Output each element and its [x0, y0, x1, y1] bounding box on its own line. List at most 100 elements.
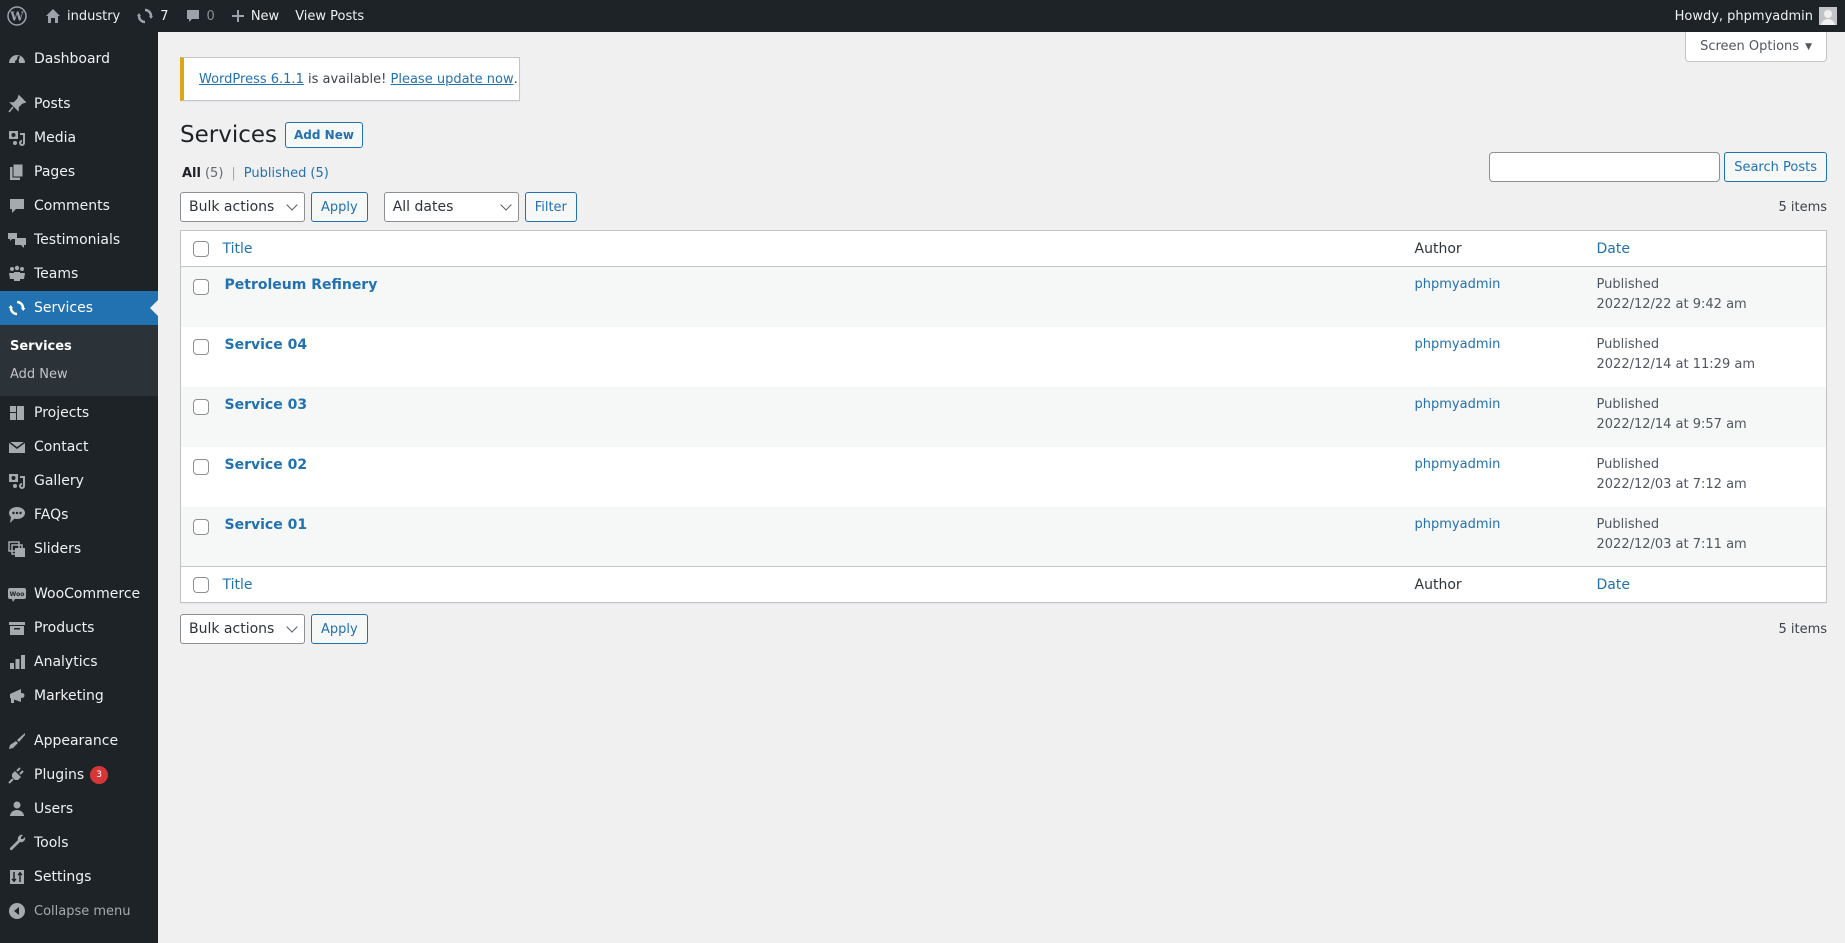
table-row: Service 01 phpmyadmin Published 2022/12/0…: [180, 506, 1827, 567]
sidebar-item-teams[interactable]: Teams: [0, 257, 158, 291]
row-author-link[interactable]: phpmyadmin: [1415, 397, 1501, 412]
select-all-checkbox-footer[interactable]: [193, 576, 209, 593]
sidebar-item-label: Analytics: [34, 654, 98, 670]
comments-menu[interactable]: 0: [177, 0, 223, 32]
wrench-icon: [6, 833, 28, 853]
sidebar-item-gallery[interactable]: Gallery: [0, 464, 158, 498]
submenu-item-services[interactable]: Services: [0, 332, 158, 360]
add-new-button[interactable]: Add New: [285, 122, 363, 148]
sidebar-item-label: Products: [34, 620, 95, 636]
update-now-link[interactable]: Please update now: [391, 72, 514, 87]
media-icon: [6, 128, 28, 148]
update-notice: WordPress 6.1.1 is available! Please upd…: [180, 57, 520, 101]
collapse-menu-label: Collapse menu: [34, 903, 131, 919]
row-checkbox[interactable]: [193, 338, 209, 355]
date-filter-value: All dates: [392, 199, 454, 215]
row-title-link[interactable]: Service 03: [223, 397, 308, 413]
view-published-link[interactable]: Published: [244, 166, 307, 181]
view-all-link[interactable]: All: [182, 166, 201, 181]
sidebar-item-appearance[interactable]: Appearance: [0, 724, 158, 758]
wordpress-version-link[interactable]: WordPress 6.1.1: [199, 72, 304, 87]
select-all-checkbox[interactable]: [193, 240, 209, 257]
sidebar-item-label: WooCommerce: [34, 586, 141, 602]
sidebar-item-services[interactable]: Services: [0, 291, 158, 325]
sidebar-item-label: Gallery: [34, 473, 84, 489]
title-column-header[interactable]: Title: [223, 241, 253, 257]
sidebar-item-label: Tools: [34, 835, 69, 851]
comments-count: 0: [206, 8, 215, 24]
date-column-header[interactable]: Date: [1597, 241, 1630, 257]
view-posts-link[interactable]: View Posts: [287, 0, 372, 32]
row-date: 2022/12/03 at 7:12 am: [1596, 476, 1747, 492]
sidebar-item-plugins[interactable]: Plugins 3: [0, 758, 158, 792]
sidebar-item-settings[interactable]: Settings: [0, 860, 158, 894]
row-title-link[interactable]: Service 02: [223, 457, 308, 473]
apply-button[interactable]: Apply: [311, 192, 368, 222]
sidebar-item-pages[interactable]: Pages: [0, 155, 158, 189]
sidebar-item-testimonials[interactable]: Testimonials: [0, 223, 158, 257]
updates-menu[interactable]: 7: [128, 0, 176, 32]
date-filter-select[interactable]: All dates: [383, 192, 519, 222]
howdy-text: Howdy, phpmyadmin: [1674, 8, 1813, 24]
sidebar-item-projects[interactable]: Projects: [0, 396, 158, 430]
my-account-menu[interactable]: Howdy, phpmyadmin: [1667, 0, 1839, 32]
row-date: 2022/12/14 at 9:57 am: [1596, 416, 1747, 432]
sidebar-item-label: Dashboard: [34, 51, 110, 67]
sidebar-item-marketing[interactable]: Marketing: [0, 679, 158, 713]
table-row: Service 04 phpmyadmin Published 2022/12/1…: [181, 327, 1827, 387]
site-name-menu[interactable]: industry: [37, 0, 128, 32]
apply-button-bottom[interactable]: Apply: [311, 614, 368, 644]
sidebar-item-sliders[interactable]: Sliders: [0, 532, 158, 566]
sidebar-item-comments[interactable]: Comments: [0, 189, 158, 223]
sidebar-item-label: FAQs: [34, 507, 69, 523]
sidebar-item-tools[interactable]: Tools: [0, 826, 158, 860]
date-column-footer[interactable]: Date: [1597, 577, 1630, 593]
sidebar-item-label: Appearance: [34, 733, 119, 749]
filter-button[interactable]: Filter: [524, 192, 577, 222]
row-status: Published: [1596, 336, 1660, 352]
main-content: Screen Options ▼ WordPress 6.1.1 is avai…: [158, 32, 1845, 943]
site-name: industry: [67, 8, 121, 24]
update-icon: [136, 7, 154, 25]
sidebar-item-posts[interactable]: Posts: [0, 87, 158, 121]
search-input[interactable]: [1489, 152, 1721, 182]
bulk-actions-select-bottom[interactable]: Bulk actions: [180, 614, 305, 644]
sidebar-item-label: Posts: [34, 96, 71, 112]
sidebar-item-products[interactable]: Products: [0, 611, 158, 645]
search-posts-button[interactable]: Search Posts: [1724, 152, 1827, 182]
views-separator: |: [231, 166, 236, 181]
screen-options-button[interactable]: Screen Options ▼: [1685, 32, 1827, 62]
sidebar-item-faqs[interactable]: FAQs: [0, 498, 158, 532]
page-title: Services: [180, 122, 277, 148]
row-author-link[interactable]: phpmyadmin: [1415, 337, 1501, 352]
sidebar-item-analytics[interactable]: Analytics: [0, 645, 158, 679]
wordpress-logo-icon: W: [7, 6, 27, 26]
sidebar-item-woocommerce[interactable]: Woo WooCommerce: [0, 577, 158, 611]
submenu-item-add-new[interactable]: Add New: [0, 360, 158, 388]
collapse-menu-button[interactable]: Collapse menu: [0, 894, 158, 928]
row-title-link[interactable]: Service 04: [223, 337, 308, 353]
avatar: [1819, 7, 1837, 25]
sidebar-item-dashboard[interactable]: Dashboard: [0, 42, 158, 76]
row-author-link[interactable]: phpmyadmin: [1415, 277, 1501, 292]
posts-table: Title Author Date Petroleum Refinery php…: [180, 230, 1827, 603]
row-author-link[interactable]: phpmyadmin: [1415, 457, 1501, 472]
wordpress-logo-menu[interactable]: W: [0, 0, 37, 32]
row-checkbox[interactable]: [193, 279, 209, 295]
sidebar-item-media[interactable]: Media: [0, 121, 158, 155]
row-checkbox[interactable]: [193, 518, 209, 535]
sidebar-item-contact[interactable]: Contact: [0, 430, 158, 464]
row-checkbox[interactable]: [193, 398, 209, 415]
table-row: Petroleum Refinery phpmyadmin Published 2…: [180, 266, 1827, 327]
view-all-count: (5): [204, 166, 224, 181]
row-title-link[interactable]: Service 01: [223, 517, 308, 533]
title-column-footer[interactable]: Title: [223, 577, 253, 593]
row-author-link[interactable]: phpmyadmin: [1415, 517, 1501, 532]
sidebar-item-users[interactable]: Users: [0, 792, 158, 826]
bulk-actions-select[interactable]: Bulk actions: [180, 192, 305, 222]
new-content-menu[interactable]: New: [223, 0, 287, 32]
plugin-icon: [6, 765, 28, 785]
sidebar-item-label: Services: [34, 300, 94, 316]
row-checkbox[interactable]: [193, 458, 209, 475]
row-title-link[interactable]: Petroleum Refinery: [223, 277, 378, 293]
